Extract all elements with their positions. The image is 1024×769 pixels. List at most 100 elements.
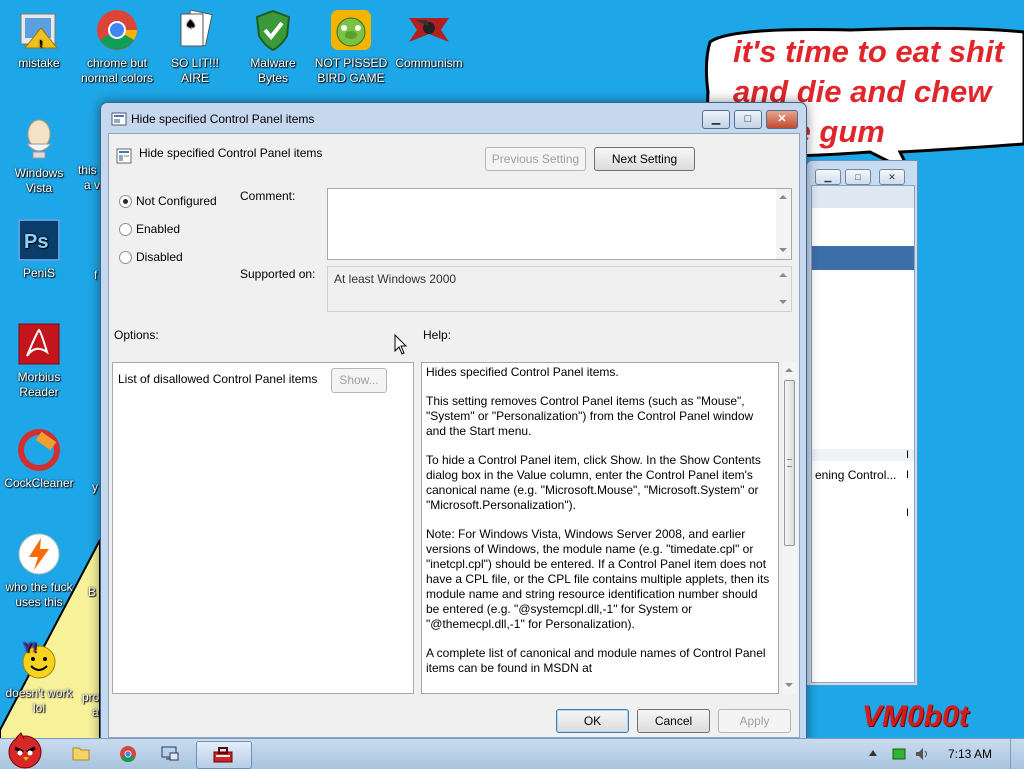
scroll-up-arrow-icon[interactable]	[785, 368, 793, 372]
desktop-icon-label: PeniS	[22, 266, 56, 280]
bg-minimize-button[interactable]: ▁	[815, 169, 841, 185]
chrome-icon	[120, 746, 136, 763]
help-scroll-thumb[interactable]	[784, 380, 795, 546]
show-desktop-button[interactable]	[1010, 739, 1024, 769]
battery-status-icon[interactable]	[892, 747, 906, 761]
dialog-titlebar[interactable]: Hide specified Control Panel items ▁ □ ✕	[101, 103, 806, 133]
maximize-button[interactable]: □	[734, 110, 762, 129]
radio-disabled-label[interactable]: Disabled	[136, 250, 183, 264]
policy-heading-icon	[116, 148, 132, 164]
desktop-icon-label: who the fuck uses this	[5, 580, 73, 609]
desktop-icon-label: Communism	[395, 56, 463, 70]
desktop-icon-yahoo[interactable]: Y! doesn't work lol	[1, 638, 77, 716]
desktop-icon-solitaire[interactable]: ♠ SO LIT!!! AIRE	[157, 8, 233, 86]
desktop-icon-cockcleaner[interactable]: CockCleaner	[1, 428, 77, 491]
desktop-icon-label: mistake	[18, 56, 60, 70]
background-window-content: ening Control... I I I	[811, 185, 915, 683]
svg-text:!: !	[39, 39, 42, 50]
toolbox-icon	[213, 747, 233, 763]
help-label: Help:	[423, 328, 452, 342]
taskbar: 7:13 AM	[0, 732, 1024, 769]
scroll-up-arrow-icon	[779, 273, 787, 277]
desktop-icon-morbius-reader[interactable]: Morbius Reader	[1, 322, 77, 400]
svg-text:Y!: Y!	[23, 639, 37, 655]
yahoo-messenger-icon: Y!	[17, 638, 61, 682]
partial-icon-label: pro	[82, 690, 100, 704]
next-setting-button[interactable]: Next Setting	[594, 147, 695, 171]
bg-close-button[interactable]: ✕	[879, 169, 905, 185]
desktop-icon-label: chrome but normal colors	[80, 56, 154, 85]
grip-icon	[787, 459, 792, 467]
emblem-icon	[407, 8, 451, 52]
radio-enabled[interactable]	[119, 223, 132, 236]
help-paragraph: A complete list of canonical and module …	[426, 646, 766, 675]
help-paragraph: This setting removes Control Panel items…	[426, 394, 754, 438]
meme-text-line1: it's time to eat shit	[733, 34, 1004, 69]
policy-setting-dialog[interactable]: Hide specified Control Panel items ▁ □ ✕…	[100, 102, 807, 744]
ok-button[interactable]: OK	[556, 709, 629, 733]
bg-maximize-button[interactable]: □	[845, 169, 871, 185]
photoshop-icon: Ps	[17, 218, 61, 262]
show-hidden-icons-icon[interactable]	[868, 749, 878, 757]
desktop-icon-label: Malware Bytes	[250, 56, 296, 85]
previous-setting-button[interactable]: Previous Setting	[485, 147, 586, 171]
radio-enabled-label[interactable]: Enabled	[136, 222, 180, 236]
desktop-icon-who-uses-this[interactable]: who the fuck uses this	[1, 532, 77, 610]
bg-marker: I	[906, 449, 910, 461]
bg-header-bar	[812, 246, 914, 270]
taskbar-group-policy[interactable]	[196, 741, 252, 769]
desktop-icon-mistake[interactable]: ! mistake	[1, 8, 77, 71]
radio-not-configured[interactable]	[119, 195, 132, 208]
help-text: Hides specified Control Panel items. Thi…	[426, 365, 774, 690]
apply-button[interactable]: Apply	[718, 709, 791, 733]
radio-disabled[interactable]	[119, 251, 132, 264]
svg-text:♠: ♠	[185, 17, 196, 31]
desktop-icon-photoshop[interactable]: Ps PeniS	[1, 218, 77, 281]
help-paragraph: Hides specified Control Panel items.	[426, 365, 619, 379]
desktop-icon-label: Morbius Reader	[17, 370, 61, 399]
desktop-icon-label: CockCleaner	[4, 476, 74, 490]
watermark-logo: VM0b0t	[862, 700, 969, 733]
comment-label: Comment:	[240, 189, 296, 203]
computer-network-icon	[161, 746, 179, 761]
supported-on-label: Supported on:	[240, 267, 316, 281]
desktop-icon-label: doesn't work lol	[5, 686, 73, 715]
scroll-down-arrow-icon[interactable]	[785, 683, 793, 687]
volume-icon[interactable]	[914, 746, 930, 762]
minimize-button[interactable]: ▁	[702, 110, 730, 129]
desktop-icon-windows-vista[interactable]: Windows Vista	[1, 118, 77, 196]
taskbar-explorer[interactable]	[60, 741, 114, 767]
pig-icon	[329, 8, 373, 52]
comment-value	[328, 189, 791, 195]
supported-scrollbar	[776, 267, 791, 311]
chrome-icon	[95, 8, 139, 52]
close-button[interactable]: ✕	[766, 110, 798, 129]
mouse-cursor-icon	[394, 334, 408, 355]
desktop-icon-communism[interactable]: Communism	[391, 8, 467, 71]
desktop-icon-malwarebytes[interactable]: Malware Bytes	[235, 8, 311, 86]
scroll-down-arrow-icon[interactable]	[779, 248, 787, 252]
help-scrollbar[interactable]	[782, 362, 797, 694]
bg-marker: I	[906, 507, 910, 519]
desktop-icon-chrome[interactable]: chrome but normal colors	[79, 8, 155, 86]
policy-icon	[111, 112, 127, 126]
scroll-up-arrow-icon[interactable]	[779, 195, 787, 199]
show-button[interactable]: Show...	[331, 368, 387, 393]
background-window[interactable]: ▁ □ ✕ ening Control... I I I	[806, 160, 918, 686]
folder-icon	[72, 747, 90, 761]
comment-scrollbar[interactable]	[776, 189, 791, 259]
bg-row	[812, 449, 914, 461]
cancel-button[interactable]: Cancel	[637, 709, 710, 733]
comment-textarea[interactable]	[327, 188, 792, 260]
help-paragraph: Note: For Windows Vista, Windows Server …	[426, 527, 770, 631]
scroll-down-arrow-icon	[779, 300, 787, 304]
playing-cards-icon: ♠	[173, 8, 217, 52]
bg-toolbar	[812, 186, 914, 208]
dialog-title: Hide specified Control Panel items	[131, 112, 315, 126]
desktop-icon-label: SO LIT!!! AIRE	[170, 56, 219, 85]
radio-not-configured-label[interactable]: Not Configured	[136, 194, 217, 208]
desktop-icon-bird-game[interactable]: NOT PISSED BIRD GAME	[313, 8, 389, 86]
options-label: Options:	[114, 328, 159, 342]
taskbar-clock[interactable]: 7:13 AM	[948, 747, 992, 761]
start-button-angry-bird-icon[interactable]	[2, 731, 48, 769]
